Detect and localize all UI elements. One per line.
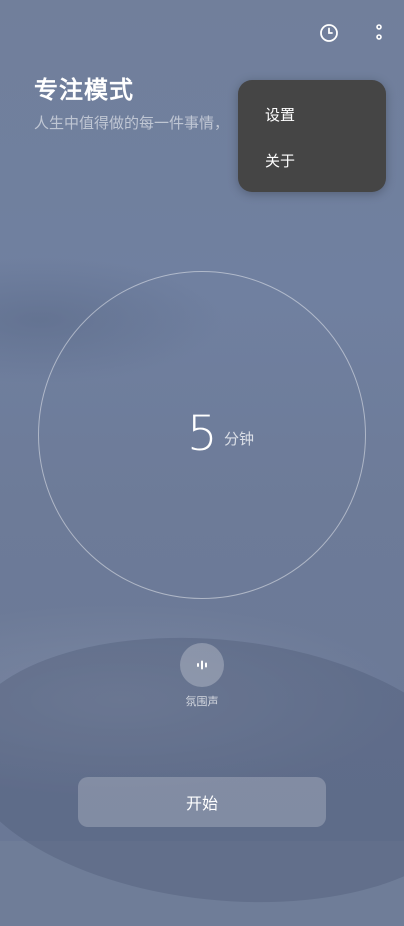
timer-value: 5	[187, 406, 218, 462]
more-button[interactable]	[368, 22, 390, 44]
history-button[interactable]	[318, 22, 340, 44]
top-bar	[318, 22, 390, 44]
timer-unit: 分钟	[224, 430, 255, 448]
menu-item-settings[interactable]: 设置	[265, 104, 295, 125]
menu-item-about[interactable]: 关于	[265, 150, 295, 171]
page-title: 专注模式	[34, 76, 134, 104]
overflow-menu: 设置 关于	[238, 80, 386, 192]
page-subtitle: 人生中值得做的每一件事情，	[34, 114, 230, 132]
sound-wave-icon	[197, 660, 207, 670]
clock-icon	[320, 24, 338, 42]
ambient-sound-button[interactable]	[180, 643, 224, 687]
more-vertical-icon	[376, 24, 382, 40]
start-button[interactable]: 开始	[78, 777, 326, 827]
ambient-sound-label: 氛围声	[185, 695, 219, 708]
